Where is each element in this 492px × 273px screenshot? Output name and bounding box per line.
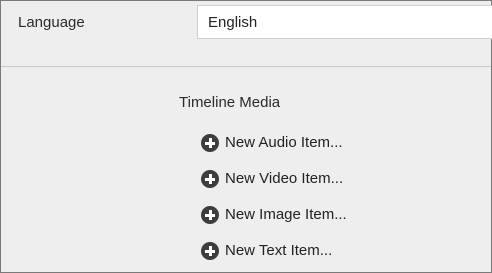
section-divider <box>1 66 491 67</box>
timeline-media-list: New Audio Item... New Video Item... New … <box>201 125 347 269</box>
new-image-item-label: New Image Item... <box>225 206 347 223</box>
plus-circle-icon <box>201 134 219 152</box>
new-video-item-button[interactable]: New Video Item... <box>201 161 347 197</box>
language-select[interactable]: English <box>197 5 492 39</box>
language-label: Language <box>18 14 85 31</box>
settings-panel: Language English Timeline Media New Audi… <box>0 0 492 273</box>
new-text-item-label: New Text Item... <box>225 242 333 259</box>
new-video-item-label: New Video Item... <box>225 170 344 187</box>
plus-circle-icon <box>201 206 219 224</box>
plus-circle-icon <box>201 242 219 260</box>
new-image-item-button[interactable]: New Image Item... <box>201 197 347 233</box>
language-row: Language English <box>1 1 492 47</box>
new-text-item-button[interactable]: New Text Item... <box>201 233 347 269</box>
new-audio-item-label: New Audio Item... <box>225 134 343 151</box>
new-audio-item-button[interactable]: New Audio Item... <box>201 125 347 161</box>
timeline-media-title: Timeline Media <box>179 94 281 111</box>
plus-circle-icon <box>201 170 219 188</box>
